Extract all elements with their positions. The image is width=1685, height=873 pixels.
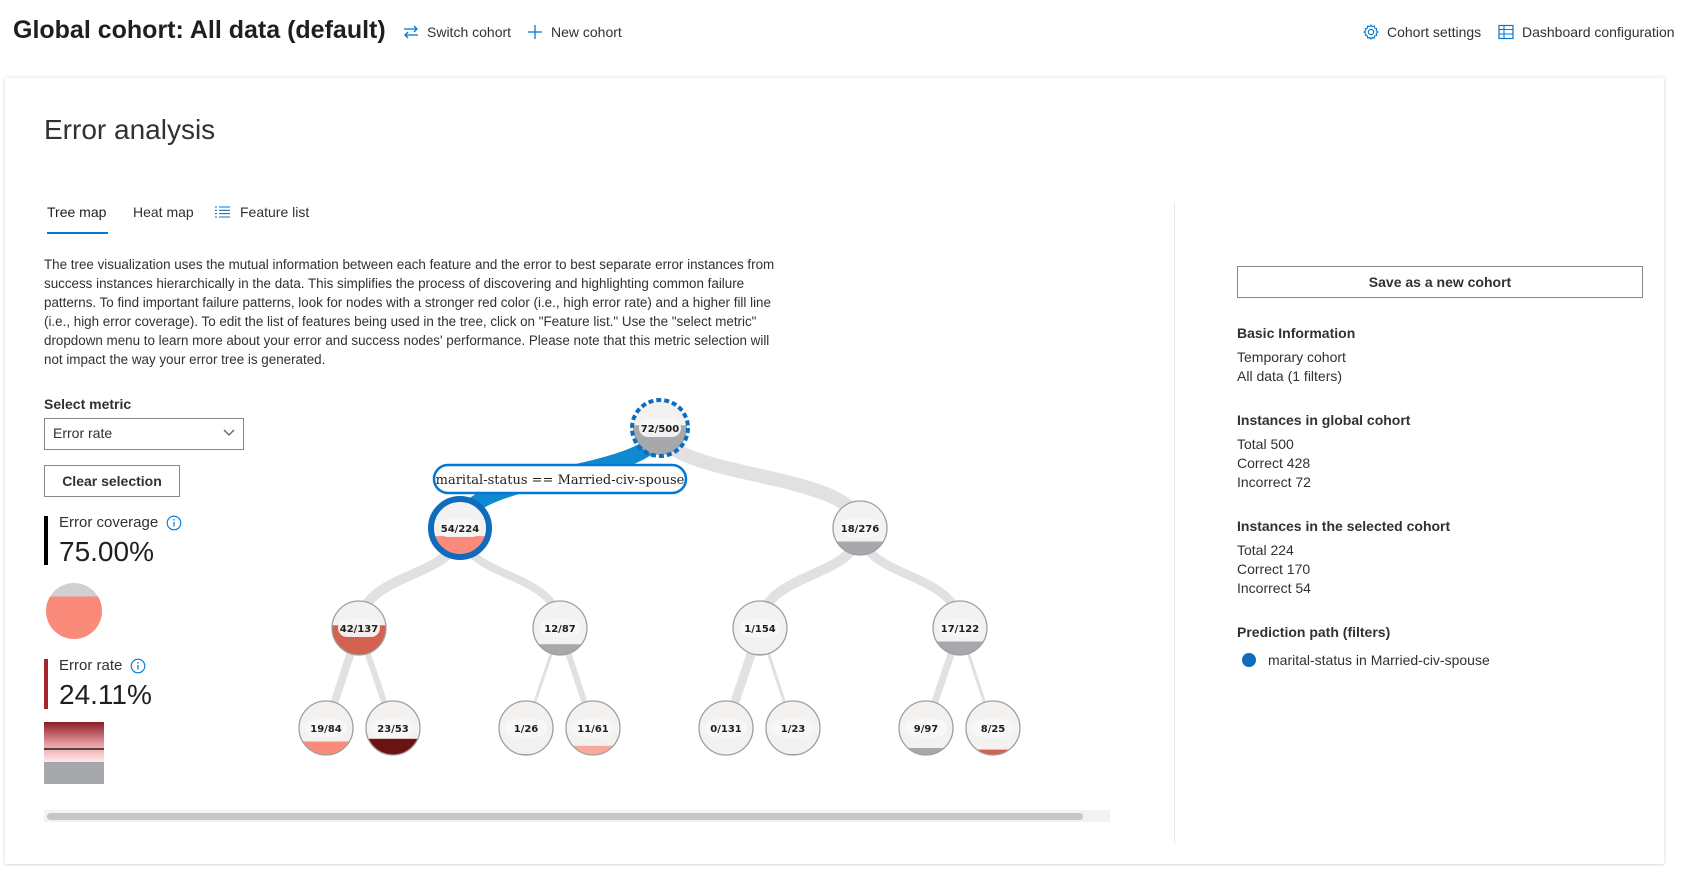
tree-node-label: 17/122: [941, 624, 979, 635]
tree-node-label: 9/97: [914, 724, 939, 735]
path-condition-label: marital-status == Married-civ-spouse: [432, 463, 688, 495]
selected-correct: Correct 170: [1237, 561, 1311, 577]
tree-node[interactable]: 0/131: [698, 700, 754, 756]
error-tree: 72/500 54/224 18/276 42/137 12/87 1/154 17/122…: [298, 398, 1021, 756]
tree-node-label: 19/84: [310, 724, 342, 735]
tree-node-label: 11/61: [577, 724, 609, 735]
cohort-settings-label: Cohort settings: [1387, 24, 1482, 40]
save-as-new-cohort-button[interactable]: Save as a new cohort: [1237, 266, 1643, 298]
tree-node-label: 1/154: [744, 624, 776, 635]
tree-node-fill: [833, 541, 887, 555]
basic-info-line: Temporary cohort: [1237, 349, 1346, 365]
panel-divider: [1174, 202, 1175, 844]
global-incorrect: Incorrect 72: [1237, 474, 1311, 490]
tree-node[interactable]: 42/137: [331, 600, 387, 656]
tree-node-label: 0/131: [710, 724, 742, 735]
tree-node-label: 54/224: [441, 524, 479, 535]
tree-node-label: 1/23: [781, 724, 806, 735]
global-total: Total 500: [1237, 436, 1294, 452]
tree-node[interactable]: 1/154: [732, 600, 788, 656]
path-condition-text: marital-status == Married-civ-spouse: [436, 473, 685, 488]
tree-node-label: 12/87: [544, 624, 576, 635]
basic-information-heading: Basic Information: [1237, 325, 1356, 341]
tree-node-fill: [533, 644, 587, 655]
tree-node[interactable]: 1/26: [498, 700, 554, 756]
tree-node[interactable]: 18/276: [832, 500, 888, 556]
tree-node-fill: [299, 741, 353, 755]
prediction-path-heading: Prediction path (filters): [1237, 624, 1391, 640]
tree-node[interactable]: 19/84: [298, 700, 354, 756]
selected-total: Total 224: [1237, 542, 1294, 558]
tree-node-fill: [899, 747, 953, 755]
selected-incorrect: Incorrect 54: [1237, 580, 1311, 596]
tree-node-fill: [933, 641, 987, 655]
tree-node[interactable]: 8/25: [965, 700, 1021, 756]
tree-node[interactable]: 11/61: [565, 700, 621, 756]
tree-node[interactable]: 1/23: [765, 700, 821, 756]
gear-icon: [1363, 24, 1379, 40]
global-correct: Correct 428: [1237, 455, 1311, 471]
cohort-settings-button[interactable]: Cohort settings: [1363, 24, 1481, 40]
tree-node[interactable]: 17/122: [932, 600, 988, 656]
tree-node-label: 23/53: [377, 724, 409, 735]
filter-dot-icon: [1242, 653, 1256, 667]
tree-scrollbar-thumb[interactable]: [47, 813, 1083, 820]
tree-node-fill: [966, 749, 1020, 755]
tree-node-label: 42/137: [340, 624, 378, 635]
tree-node[interactable]: 9/97: [898, 700, 954, 756]
tree-node[interactable]: 54/224: [428, 496, 492, 560]
selected-cohort-heading: Instances in the selected cohort: [1237, 518, 1451, 534]
dashboard-configuration-label: Dashboard configuration: [1522, 24, 1675, 40]
tree-link: [653, 426, 867, 530]
basic-info-line: All data (1 filters): [1237, 368, 1343, 384]
tree-node[interactable]: 23/53: [365, 700, 421, 756]
tree-node[interactable]: 12/87: [532, 600, 588, 656]
tree-node-label: 1/26: [514, 724, 539, 735]
tree-node-label: 18/276: [841, 524, 879, 535]
tree-node-label: 72/500: [641, 424, 679, 435]
global-cohort-heading: Instances in global cohort: [1237, 412, 1411, 428]
tree-node-label: 8/25: [981, 724, 1006, 735]
prediction-path-filter: marital-status in Married-civ-spouse: [1268, 652, 1490, 668]
table-icon: [1498, 24, 1514, 40]
dashboard-configuration-button[interactable]: Dashboard configuration: [1498, 24, 1675, 40]
